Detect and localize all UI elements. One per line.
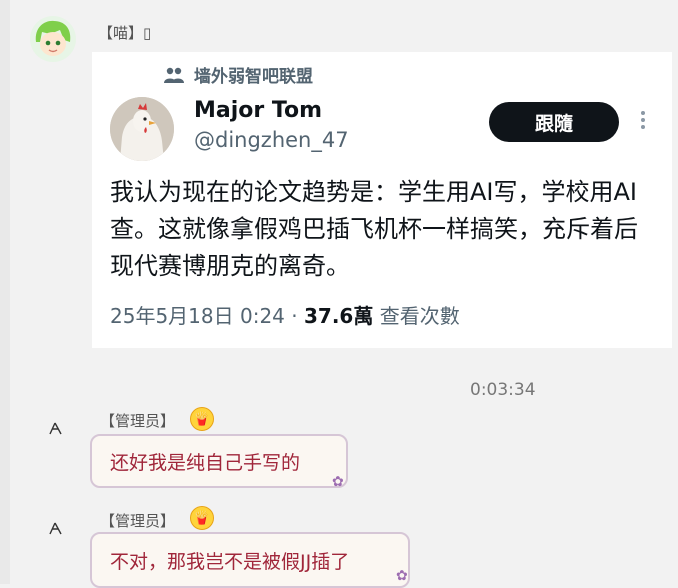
tweet-text: 我认为现在的论文趋势是：学生用AI写，学校用AI查。这就像拿假鸡巴插飞机杯一样搞… [110, 178, 638, 280]
tweet-handle[interactable]: @dingzhen_47 [194, 128, 349, 152]
fries-badge-icon: 🍟 [190, 506, 214, 530]
reply-avatar-2[interactable] [46, 520, 64, 538]
reply-bubble-2[interactable]: 不对，那我岂不是被假JJ插了 [90, 532, 410, 588]
reply-sender-tag-2: 【管理员】 [100, 512, 176, 530]
reply-bubble-1[interactable]: 还好我是纯自己手写的 [90, 434, 348, 488]
stick-figure-icon [49, 422, 62, 435]
reply-avatar-1[interactable] [46, 420, 64, 438]
sender-avatar[interactable] [30, 16, 76, 62]
community-label: 墙外弱智吧联盟 [194, 67, 313, 87]
reply-text-1: 还好我是纯自己手写的 [110, 451, 301, 474]
left-strip [0, 0, 10, 584]
community-icon [164, 67, 184, 83]
follow-button[interactable]: 跟隨 [489, 102, 619, 142]
fries-badge-icon: 🍟 [190, 407, 214, 431]
sender-tag: 【喵】▯ [98, 22, 151, 43]
sender-name-glyph: ▯ [143, 24, 152, 42]
meta-separator: · [291, 304, 298, 328]
chicken-avatar-image [110, 97, 174, 161]
reply-text-2: 不对，那我岂不是被假JJ插了 [110, 550, 350, 573]
tweet-meta: 25年5月18日 0:24 · 37.6萬 查看次數 [110, 300, 460, 329]
bubble-decoration-icon: ✿ [396, 568, 408, 584]
community-row[interactable]: 墙外弱智吧联盟 [164, 62, 313, 87]
tweet-datetime[interactable]: 25年5月18日 0:24 [110, 304, 285, 328]
stick-figure-icon [49, 522, 62, 535]
view-count: 37.6萬 [303, 304, 374, 328]
avatar-image [35, 20, 71, 56]
tweet-author-avatar[interactable] [110, 97, 174, 161]
bubble-decoration-icon: ✿ [332, 474, 344, 490]
sender-tag-text: 【喵】 [98, 24, 144, 42]
tweet-display-name[interactable]: Major Tom [194, 98, 322, 123]
time-divider: 0:03:34 [470, 380, 536, 400]
views-label: 查看次數 [379, 304, 460, 328]
reply-sender-tag-1: 【管理员】 [100, 412, 176, 430]
more-options-icon[interactable] [637, 108, 649, 138]
tweet-card[interactable]: 墙外弱智吧联盟 Major Tom @dingzhen_47 跟隨 我认为现在的… [92, 52, 672, 348]
